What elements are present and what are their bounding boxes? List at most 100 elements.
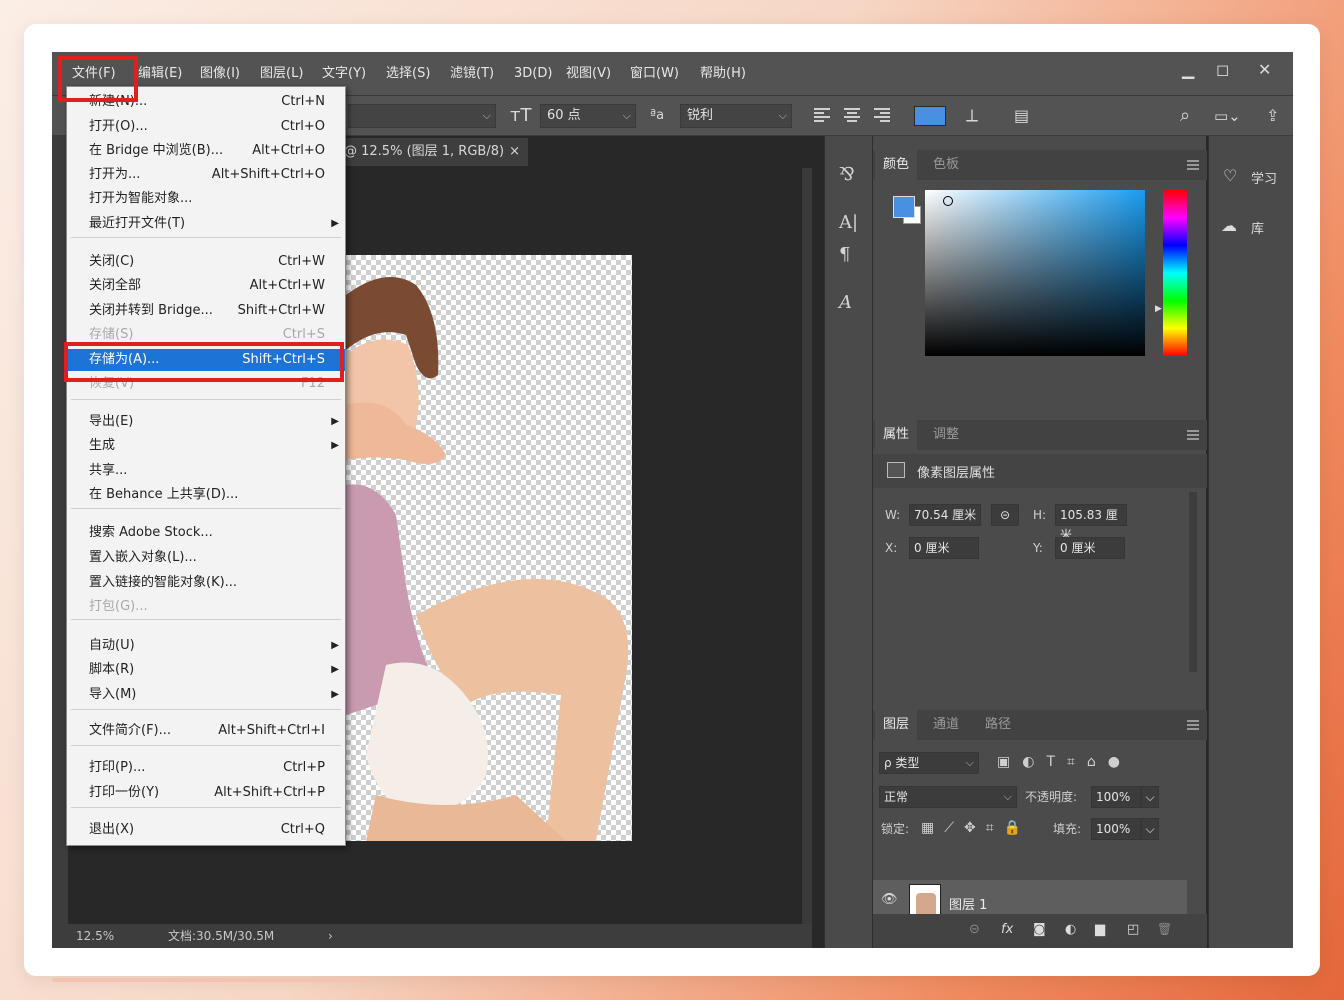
menu-item-exit[interactable]: 退出(X) Ctrl+Q: [67, 819, 345, 841]
menu-item-browse-in-bridge[interactable]: 在 Bridge 中浏览(B)... Alt+Ctrl+O: [67, 140, 345, 162]
menu-item-import[interactable]: 导入(M) ▶: [67, 684, 345, 706]
menu-filter[interactable]: 滤镜(T): [450, 64, 494, 84]
character-icon[interactable]: A|: [839, 212, 858, 233]
delete-layer-icon[interactable]: 🗑: [1157, 922, 1172, 936]
maximize-button[interactable]: ◻: [1216, 60, 1229, 79]
y-label: Y:: [1033, 541, 1043, 555]
menu-item-close-all[interactable]: 关闭全部 Alt+Ctrl+W: [67, 275, 345, 297]
search-icon[interactable]: ⌕: [1180, 104, 1190, 128]
menu-type[interactable]: 文字(Y): [322, 64, 366, 84]
lock-icons[interactable]: ▦⟋✥⌗🔒: [921, 820, 1031, 836]
menu-view[interactable]: 视图(V): [566, 64, 611, 84]
layer-filter-select[interactable]: ρ 类型 ⌵: [879, 752, 979, 774]
menu-item-print[interactable]: 打印(P)... Ctrl+P: [67, 757, 345, 779]
menu-item-open-as-smart-object[interactable]: 打开为智能对象...: [67, 188, 345, 210]
text-color-swatch[interactable]: [914, 106, 946, 126]
zoom-level[interactable]: 12.5%: [76, 924, 114, 948]
menu-window[interactable]: 窗口(W): [630, 64, 679, 84]
menu-item-export[interactable]: 导出(E) ▶: [67, 411, 345, 433]
menu-item-close-and-go-to-bridge[interactable]: 关闭并转到 Bridge... Shift+Ctrl+W: [67, 300, 345, 322]
menu-item-label: 打包(G)...: [89, 599, 148, 614]
link-layers-icon[interactable]: ⊝: [969, 922, 980, 937]
panel-menu-icon[interactable]: [1187, 430, 1199, 440]
tab-channels[interactable]: 通道: [925, 710, 967, 740]
layer-style-icon[interactable]: fx: [1001, 922, 1013, 937]
libraries-panel-button[interactable]: ☁ 库: [1217, 212, 1289, 242]
character-panel-icon[interactable]: ▤: [1014, 104, 1029, 128]
paragraph-icon[interactable]: ¶: [839, 244, 850, 265]
panel-menu-icon[interactable]: [1187, 720, 1199, 730]
font-family-select[interactable]: ⌵: [348, 104, 496, 128]
document-tab[interactable]: @ 12.5% (图层 1, RGB/8) ×: [338, 138, 528, 166]
menu-item-share[interactable]: 共享...: [67, 460, 345, 482]
share-icon[interactable]: ⇪: [1266, 104, 1279, 128]
close-tab-icon[interactable]: ×: [509, 138, 520, 166]
new-group-icon[interactable]: ▆: [1095, 922, 1105, 937]
menu-item-search-adobe-stock[interactable]: 搜索 Adobe Stock...: [67, 522, 345, 544]
menu-item-place-linked[interactable]: 置入链接的智能对象(K)...: [67, 572, 345, 594]
align-left-icon[interactable]: [814, 108, 830, 124]
menu-item-scripts[interactable]: 脚本(R) ▶: [67, 659, 345, 681]
menu-item-print-one-copy[interactable]: 打印一份(Y) Alt+Shift+Ctrl+P: [67, 782, 345, 804]
learn-panel-button[interactable]: ♡ 学习: [1217, 162, 1289, 192]
color-picker-field[interactable]: [925, 190, 1145, 356]
hue-slider-handle[interactable]: ▶: [1155, 304, 1162, 314]
height-field[interactable]: 105.83 厘米: [1055, 504, 1127, 542]
blend-mode-select[interactable]: 正常 ⌵: [879, 786, 1017, 808]
menu-item-file-info[interactable]: 文件简介(F)... Alt+Shift+Ctrl+I: [67, 720, 345, 742]
adjustment-layer-icon[interactable]: ◐: [1065, 922, 1076, 937]
minimize-button[interactable]: ▁: [1182, 60, 1194, 79]
align-right-icon[interactable]: [874, 108, 890, 124]
layer-name[interactable]: 图层 1: [949, 894, 987, 913]
fill-dropdown[interactable]: ⌵: [1141, 818, 1159, 840]
menu-select[interactable]: 选择(S): [386, 64, 430, 84]
status-menu-arrow[interactable]: ›: [328, 924, 333, 948]
tab-color[interactable]: 颜色: [875, 150, 918, 180]
width-field[interactable]: 70.54 厘米: [909, 504, 981, 526]
layer-mask-icon[interactable]: ◙: [1033, 922, 1046, 937]
tab-adjustments[interactable]: 调整: [925, 420, 967, 450]
menu-item-open[interactable]: 打开(O)... Ctrl+O: [67, 116, 345, 138]
tab-layers[interactable]: 图层: [875, 710, 918, 740]
menu-image[interactable]: 图像(I): [200, 64, 240, 84]
opacity-field[interactable]: 100%: [1091, 786, 1141, 808]
canvas-scrollbar[interactable]: [802, 168, 812, 924]
menu-item-open-as[interactable]: 打开为... Alt+Shift+Ctrl+O: [67, 164, 345, 186]
menu-item-recent-files[interactable]: 最近打开文件(T) ▶: [67, 213, 345, 235]
tab-properties[interactable]: 属性: [875, 420, 918, 450]
menu-item-place-embedded[interactable]: 置入嵌入对象(L)...: [67, 547, 345, 569]
tab-paths[interactable]: 路径: [977, 710, 1019, 740]
layer-filter-icons[interactable]: ▣◐T⌗⌂●: [997, 754, 1132, 770]
antialias-select[interactable]: 锐利 ⌵: [680, 104, 792, 128]
y-field[interactable]: 0 厘米: [1055, 537, 1125, 559]
new-layer-icon[interactable]: ◰: [1127, 922, 1139, 937]
opacity-dropdown[interactable]: ⌵: [1141, 786, 1159, 808]
menu-item-share-on-behance[interactable]: 在 Behance 上共享(D)...: [67, 484, 345, 506]
close-button[interactable]: ✕: [1258, 60, 1271, 79]
menu-item-package[interactable]: 打包(G)...: [67, 596, 345, 618]
learn-library-panel: ♡ 学习 ☁ 库: [1208, 136, 1293, 948]
x-field[interactable]: 0 厘米: [909, 537, 979, 559]
warp-text-icon[interactable]: ⟂: [966, 104, 978, 128]
menu-help[interactable]: 帮助(H): [700, 64, 746, 84]
menu-item-automate[interactable]: 自动(U) ▶: [67, 635, 345, 657]
submenu-arrow-icon: ▶: [331, 416, 339, 427]
tab-swatches[interactable]: 色板: [925, 150, 967, 180]
properties-scrollbar[interactable]: [1189, 492, 1197, 672]
visibility-eye-icon[interactable]: 👁: [881, 892, 898, 907]
link-dimensions-icon[interactable]: ⊝: [991, 504, 1019, 526]
color-picker-handle[interactable]: [943, 196, 953, 206]
workspace-icon[interactable]: ▭⌄: [1214, 104, 1241, 128]
hue-slider[interactable]: [1163, 190, 1187, 356]
font-size-select[interactable]: 60 点 ⌵: [540, 104, 636, 128]
fill-field[interactable]: 100%: [1091, 818, 1141, 840]
glyphs-icon[interactable]: A: [839, 292, 852, 313]
menu-edit[interactable]: 编辑(E): [138, 64, 182, 84]
history-icon[interactable]: ⅋: [839, 164, 855, 185]
panel-menu-icon[interactable]: [1187, 160, 1199, 170]
menu-3d[interactable]: 3D(D): [514, 64, 552, 84]
align-center-icon[interactable]: [844, 108, 860, 124]
menu-layer[interactable]: 图层(L): [260, 64, 303, 84]
menu-item-generate[interactable]: 生成 ▶: [67, 435, 345, 457]
menu-item-close[interactable]: 关闭(C) Ctrl+W: [67, 251, 345, 273]
